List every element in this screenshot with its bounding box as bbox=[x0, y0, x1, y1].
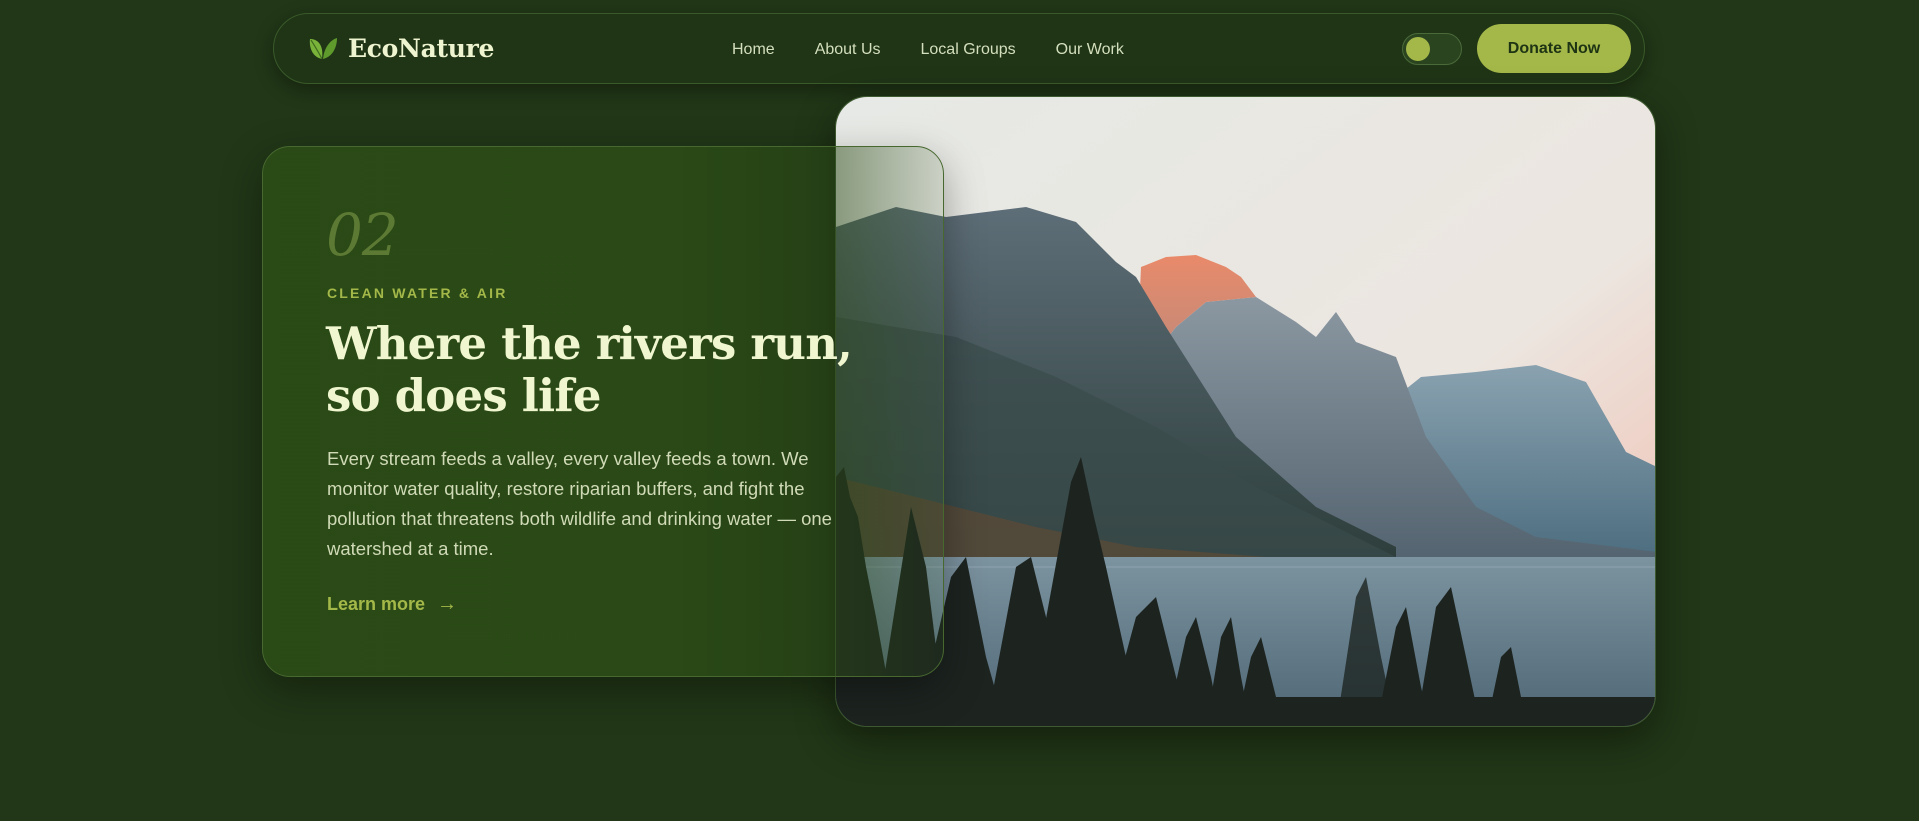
main-nav: Home About Us Local Groups Our Work bbox=[732, 14, 1164, 85]
theme-toggle[interactable] bbox=[1402, 33, 1462, 65]
nav-link-about-us[interactable]: About Us bbox=[815, 41, 881, 59]
leaf-icon bbox=[309, 37, 337, 59]
hero-image bbox=[835, 96, 1656, 727]
brand-name: EcoNature bbox=[348, 34, 495, 63]
nav-link-local-groups[interactable]: Local Groups bbox=[921, 41, 1016, 59]
navbar: EcoNature Home About Us Local Groups Our… bbox=[273, 13, 1645, 84]
arrow-right-icon: → bbox=[437, 593, 458, 615]
learn-more-label: Learn more bbox=[327, 594, 426, 614]
theme-toggle-knob bbox=[1406, 37, 1430, 61]
nav-link-our-work[interactable]: Our Work bbox=[1056, 41, 1124, 59]
mountain-lake-illustration bbox=[836, 97, 1655, 726]
nav-link-home[interactable]: Home bbox=[732, 41, 775, 59]
hero-eyebrow: CLEAN WATER & AIR bbox=[327, 285, 508, 301]
donate-button[interactable]: Donate Now bbox=[1477, 24, 1631, 73]
hero-card: 02 CLEAN WATER & AIR Where the rivers ru… bbox=[262, 146, 944, 677]
learn-more-link[interactable]: Learn more → bbox=[327, 593, 457, 616]
hero-title: Where the rivers run, so does life bbox=[326, 317, 853, 422]
hero-description: Every stream feeds a valley, every valle… bbox=[327, 448, 832, 559]
slide-number: 02 bbox=[326, 201, 399, 269]
brand-logo[interactable]: EcoNature bbox=[308, 34, 494, 63]
